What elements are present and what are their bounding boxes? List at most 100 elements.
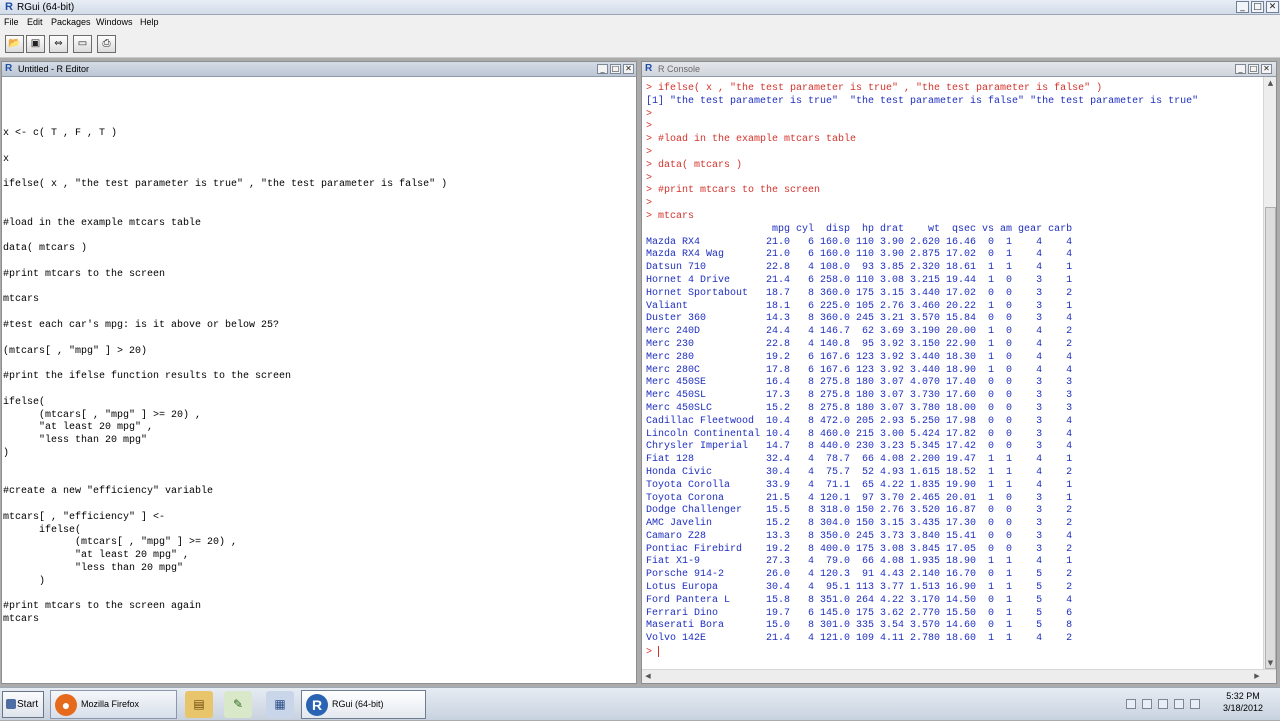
task-firefox-label: Mozilla Firefox [81,699,140,709]
editor-line: #create a new "efficiency" variable [3,486,214,498]
editor-line: ifelse( [3,524,82,536]
clock-time[interactable]: 5:32 PM [1218,691,1268,702]
console-command-line: > [646,172,653,184]
console-restore-icon[interactable]: □ [1248,64,1259,74]
console-output-line: Datsun 710 22.8 4 108.0 93 3.85 2.320 18… [646,262,1073,274]
editor-line: #print mtcars to the screen again [3,601,202,613]
clock-date[interactable]: 3/18/2012 [1218,703,1268,714]
console-output-line: Porsche 914-2 26.0 4 120.3 91 4.43 2.140… [646,569,1073,581]
console-output-line: Merc 450SE 16.4 8 275.8 180 3.07 4.070 1… [646,377,1073,389]
editor-line: mtcars [3,614,40,626]
r-icon: R [306,694,328,716]
console-output-line: Fiat X1-9 27.3 4 79.0 66 4.08 1.935 18.9… [646,556,1073,568]
menu-edit[interactable]: Edit [27,16,43,29]
console-output-line: Camaro Z28 13.3 8 350.0 245 3.73 3.840 1… [646,530,1073,542]
task-firefox[interactable]: ● Mozilla Firefox [50,690,177,719]
console-output[interactable]: > ifelse( x , "the test parameter is tru… [646,83,1198,660]
editor-line: "at least 20 mpg" , [3,422,154,434]
editor-line: (mtcars[ , "mpg" ] > 20) [3,345,148,357]
editor-line: ) [3,575,46,587]
editor-line: ifelse( [3,396,46,408]
menu-file[interactable]: File [4,16,19,29]
scroll-down-icon[interactable]: ▼ [1265,657,1276,669]
console-command-line: > data( mtcars ) [646,159,743,171]
tray-arrow-icon[interactable] [1126,699,1136,709]
explorer-icon[interactable]: ▤ [185,691,213,718]
system-tray: 5:32 PM 3/18/2012 [1120,688,1280,721]
action-center-icon[interactable] [1142,699,1152,709]
console-output-line: Dodge Challenger 15.5 8 318.0 150 2.76 3… [646,505,1073,517]
console-output-line: Mazda RX4 21.0 6 160.0 110 3.90 2.620 16… [646,236,1073,248]
window-icon[interactable]: ▭ [73,35,92,53]
console-close-icon[interactable]: ✕ [1261,64,1272,74]
editor-line: (mtcars[ , "mpg" ] >= 20) , [3,409,202,421]
toolbar: 📂 ▣ ⇔ ▭ ⎙ [0,31,1280,58]
minimize-icon[interactable]: _ [1236,1,1249,13]
console-horizontal-scrollbar[interactable]: ◀ ▶ [642,669,1276,683]
scroll-up-icon[interactable]: ▲ [1265,77,1276,89]
task-rgui[interactable]: R RGui (64-bit) [301,690,426,719]
console-output-line: Ford Pantera L 15.8 8 351.0 264 4.22 3.1… [646,594,1073,606]
windows-logo-icon [6,699,16,709]
console-command-line: > [646,121,653,133]
editor-close-icon[interactable]: ✕ [623,64,634,74]
console-command-line: > [646,198,653,210]
network-icon[interactable] [1158,699,1168,709]
console-command-line: > [646,146,653,158]
menu-help[interactable]: Help [140,16,159,29]
task-rgui-label: RGui (64-bit) [332,699,384,709]
editor-line: ) [3,447,10,459]
save-icon[interactable]: ▣ [26,35,45,53]
menu-windows[interactable]: Windows [96,16,133,29]
print-icon[interactable]: ⎙ [97,35,116,53]
console-output-line: Maserati Bora 15.0 8 301.0 335 3.54 3.57… [646,620,1073,632]
notepad-icon[interactable]: ✎ [224,691,252,718]
console-output-line: Valiant 18.1 6 225.0 105 2.76 3.460 20.2… [646,300,1073,312]
volume-icon[interactable] [1174,699,1184,709]
start-button[interactable]: Start [2,691,44,718]
console-output-line: Pontiac Firebird 19.2 8 400.0 175 3.08 3… [646,543,1073,555]
editor-restore-icon[interactable]: □ [610,64,621,74]
console-output-line: Mazda RX4 Wag 21.0 6 160.0 110 3.90 2.87… [646,249,1073,261]
scroll-right-icon[interactable]: ▶ [1251,670,1263,683]
console-prompt[interactable]: > [646,646,1198,660]
console-vertical-scrollbar[interactable]: ▲ ▼ [1263,77,1276,669]
console-minimize-icon[interactable]: _ [1235,64,1246,74]
console-output-line: Merc 240D 24.4 4 146.7 62 3.69 3.190 20.… [646,326,1073,338]
scroll-left-icon[interactable]: ◀ [642,670,654,683]
text-cursor [658,646,660,658]
editor-line: mtcars[ , "efficiency" ] <- [3,511,166,523]
console-output-line: Chrysler Imperial 14.7 8 440.0 230 3.23 … [646,441,1073,453]
prompt-symbol: > [646,647,659,659]
editor-text-area[interactable]: x <- c( T , F , T ) x ifelse( x , "the t… [3,64,447,627]
maximize-icon[interactable]: □ [1251,1,1264,13]
editor-minimize-icon[interactable]: _ [597,64,608,74]
computer-icon[interactable]: ▦ [266,691,294,718]
console-output-line: Lotus Europa 30.4 4 95.1 113 3.77 1.513 … [646,582,1073,594]
scrollbar-thumb[interactable] [1265,207,1276,669]
editor-line: #print the ifelse function results to th… [3,371,292,383]
load-workspace-icon[interactable]: ⇔ [49,35,68,53]
close-icon[interactable]: ✕ [1266,1,1279,13]
battery-icon[interactable] [1190,699,1200,709]
menu-bar: File Edit Packages Windows Help [0,15,1280,31]
editor-line: x <- c( T , F , T ) [3,127,118,139]
open-script-icon[interactable]: 📂 [5,35,24,53]
menu-packages[interactable]: Packages [51,16,91,29]
console-output-line: Merc 230 22.8 4 140.8 95 3.92 3.150 22.9… [646,338,1073,350]
console-output-line: Merc 280C 17.8 6 167.6 123 3.92 3.440 18… [646,364,1073,376]
editor-line: #test each car's mpg: is it above or bel… [3,319,280,331]
console-output-line: Cadillac Fleetwood 10.4 8 472.0 205 2.93… [646,415,1073,427]
